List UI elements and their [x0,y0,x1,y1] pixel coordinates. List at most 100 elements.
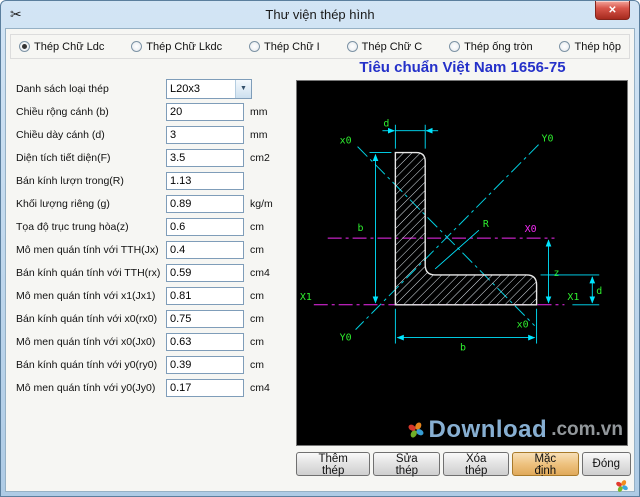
label-b-bottom: b [460,343,466,354]
watermark: Download.com.vn [407,416,623,444]
form-row: Mô men quán tính với x1(Jx1) cm [16,286,292,305]
form-field-label: Mô men quán tính với x1(Jx1) [16,290,166,302]
radio-thep-chu-c[interactable]: Thép Chữ C [347,41,423,53]
form-field-label: Bán kính lượn trong(R) [16,175,166,187]
radio-label: Thép Chữ C [362,41,423,53]
radio-dot-icon [19,41,30,52]
label-x1-right: X1 [567,292,579,303]
radio-thep-chu-i[interactable]: Thép Chữ I [249,41,320,53]
radio-dot-icon [131,41,142,52]
label-d-top: d [383,119,389,130]
form-field-label: Mô men quán tính với TTH(Jx) [16,244,166,256]
action-buttons: Thêm thép Sửa thép Xóa thép Mặc định Đón… [296,452,631,476]
form-row: Bán kính lượn trong(R) [16,171,292,190]
label-r-fillet: R [483,219,489,230]
watermark-suffix: .com.vn [551,419,623,441]
button-sua-thep[interactable]: Sửa thép [373,452,440,476]
form-field-label: Khối lượng riêng (g) [16,198,166,210]
steel-properties-form: Danh sách loại thép L20x3 ▼ Chiều rộng c… [16,79,292,401]
button-them-thep[interactable]: Thêm thép [296,452,370,476]
form-field-input[interactable] [166,103,244,121]
form-field-label: Tọa độ trục trung hòa(z) [16,221,166,233]
form-field-unit: cm4 [250,382,270,394]
diagram-labels: d b b z d R X0 X1 X1 x0 x0 Y0 Y0 [300,119,602,354]
radio-label: Thép hộp [574,41,620,53]
form-field-input[interactable] [166,149,244,167]
radio-label: Thép Chữ I [264,41,320,53]
form-field-input[interactable] [166,241,244,259]
diagram-title: Tiêu chuẩn Việt Nam 1656-75 [294,59,631,76]
radio-thep-ong-tron[interactable]: Thép ống tròn [449,41,533,53]
label-z-right: z [553,268,559,279]
form-row: Khối lượng riêng (g) kg/m [16,194,292,213]
steel-type-label: Danh sách loại thép [16,83,166,95]
form-field-input[interactable] [166,333,244,351]
radio-dot-icon [249,41,260,52]
chevron-down-icon: ▼ [235,80,251,98]
form-field-label: Mô men quán tính với x0(Jx0) [16,336,166,348]
form-field-unit: cm [250,290,264,302]
diagram-canvas: d b b z d R X0 X1 X1 x0 x0 Y0 Y0 [296,80,628,446]
form-field-unit: cm [250,359,264,371]
form-row: Diện tích tiết diện(F) cm2 [16,148,292,167]
button-dong[interactable]: Đóng [582,452,632,476]
downloadvn-logo-icon [615,479,629,493]
radio-label: Thép Chữ Ldc [34,41,104,53]
form-row: Mô men quán tính với y0(Jy0) cm4 [16,378,292,397]
close-icon: ✕ [608,5,616,16]
radio-thep-chu-lkdc[interactable]: Thép Chữ Lkdc [131,41,222,53]
form-field-input[interactable] [166,126,244,144]
form-field-label: Bán kính quán tính với x0(rx0) [16,313,166,325]
radio-dot-icon [559,41,570,52]
steel-type-radio-group: Thép Chữ Ldc Thép Chữ Lkdc Thép Chữ I Th… [10,34,630,59]
button-xoa-thep[interactable]: Xóa thép [443,452,509,476]
form-field-unit: cm2 [250,152,270,164]
steel-type-dropdown[interactable]: L20x3 ▼ [166,79,252,99]
label-x0-diag-top: x0 [340,136,352,147]
form-field-input[interactable] [166,310,244,328]
form-row: Bán kính quán tính với TTH(rx) cm4 [16,263,292,282]
form-field-unit: cm [250,221,264,233]
watermark-brand: Download [429,416,548,444]
form-row: Tọa độ trục trung hòa(z) cm [16,217,292,236]
close-button[interactable]: ✕ [595,1,630,20]
form-row: Chiều dày cánh (d) mm [16,125,292,144]
radio-dot-icon [449,41,460,52]
l-section-diagram: d b b z d R X0 X1 X1 x0 x0 Y0 Y0 [297,81,627,445]
window-title: Thư viện thép hình [1,7,639,22]
steel-type-value: L20x3 [167,80,235,98]
form-row: Mô men quán tính với x0(Jx0) cm [16,332,292,351]
form-row: Mô men quán tính với TTH(Jx) cm [16,240,292,259]
radio-thep-hop[interactable]: Thép hộp [559,41,620,53]
form-field-label: Diện tích tiết diện(F) [16,152,166,164]
label-d-right: d [596,286,602,297]
form-field-input[interactable] [166,172,244,190]
button-mac-dinh[interactable]: Mặc định [512,452,578,476]
form-field-label: Chiều rộng cánh (b) [16,106,166,118]
form-field-input[interactable] [166,264,244,282]
form-field-unit: kg/m [250,198,273,210]
form-row: Chiều rộng cánh (b) mm [16,102,292,121]
form-field-unit: cm4 [250,267,270,279]
form-field-unit: mm [250,129,268,141]
form-field-label: Mô men quán tính với y0(Jy0) [16,382,166,394]
downloadvn-pinwheel-icon [407,421,425,439]
form-field-unit: cm [250,313,264,325]
dialog-content: Thép Chữ Ldc Thép Chữ Lkdc Thép Chữ I Th… [5,28,635,492]
radio-dot-icon [347,41,358,52]
form-field-input[interactable] [166,195,244,213]
radio-thep-chu-ldc[interactable]: Thép Chữ Ldc [19,41,104,53]
label-x1-left: X1 [300,292,312,303]
l-profile-shape [395,153,536,305]
form-field-unit: cm [250,244,264,256]
app-icon[interactable]: ✂ [10,6,22,23]
form-field-input[interactable] [166,379,244,397]
form-field-input[interactable] [166,287,244,305]
form-row: Bán kính quán tính với x0(rx0) cm [16,309,292,328]
titlebar[interactable]: ✂ Thư viện thép hình ✕ [1,1,639,28]
form-field-input[interactable] [166,218,244,236]
form-field-input[interactable] [166,356,244,374]
form-field-label: Bán kính quán tính với TTH(rx) [16,267,166,279]
form-field-unit: cm [250,336,264,348]
form-row: Danh sách loại thép L20x3 ▼ [16,79,292,98]
